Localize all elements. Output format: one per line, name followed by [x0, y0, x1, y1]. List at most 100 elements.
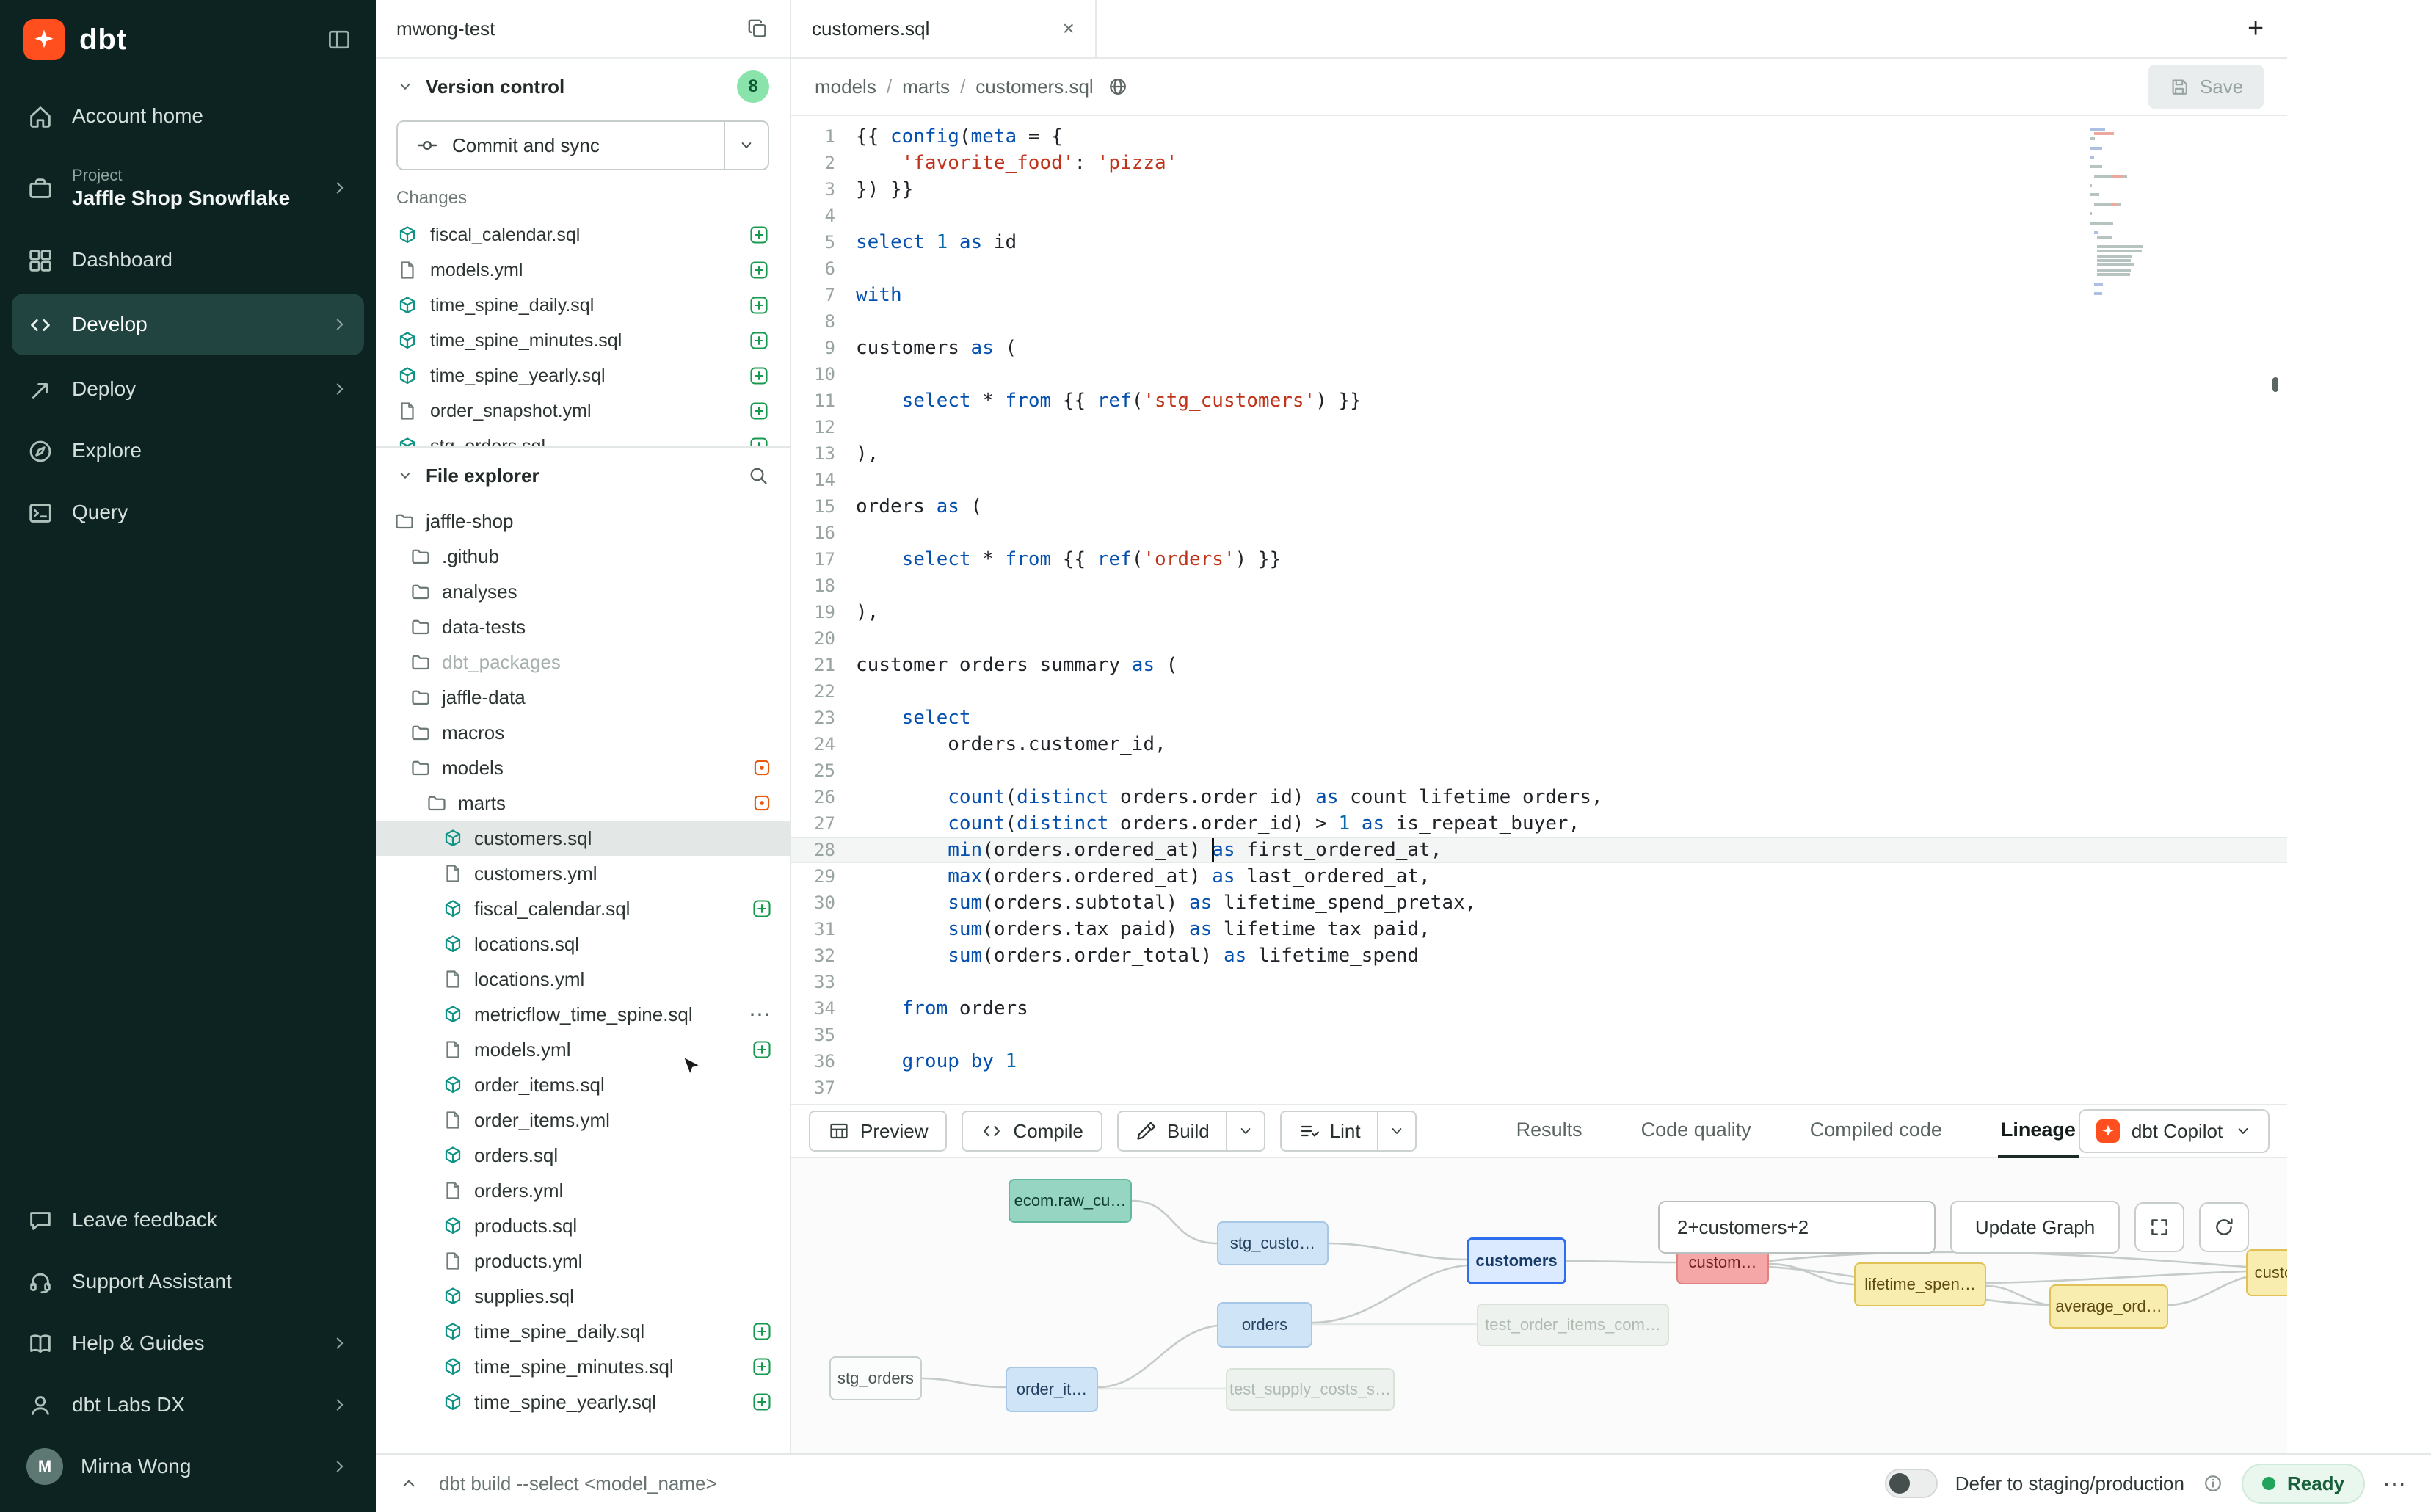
lineage-node-test_supply[interactable]: test_supply_costs_s…: [1226, 1368, 1395, 1411]
lineage-node-test_order[interactable]: test_order_items_com…: [1477, 1304, 1669, 1346]
refresh-icon[interactable]: [2199, 1202, 2249, 1252]
stage-file-icon[interactable]: [749, 436, 769, 446]
sidebar-item-deploy[interactable]: Deploy: [0, 358, 376, 420]
tab-customers-sql[interactable]: customers.sql ×: [791, 0, 1097, 57]
tab-code-quality[interactable]: Code quality: [1638, 1104, 1754, 1158]
toolbar-preview-button[interactable]: Preview: [809, 1111, 947, 1152]
stage-file-icon[interactable]: [752, 898, 772, 919]
file-tree-item-orders-sql[interactable]: orders.sql: [376, 1138, 790, 1173]
toolbar-compile-button[interactable]: Compile: [962, 1111, 1102, 1152]
sidebar-item-query[interactable]: Query: [0, 481, 376, 543]
changed-file-row[interactable]: time_spine_yearly.sql: [376, 358, 790, 393]
dbt-copilot-button[interactable]: dbt Copilot: [2079, 1109, 2270, 1153]
collapse-sidebar-icon[interactable]: [326, 26, 352, 53]
file-tree-item--github[interactable]: .github: [376, 539, 790, 574]
lineage-node-average[interactable]: average_ord…: [2049, 1284, 2168, 1329]
file-tree-item-analyses[interactable]: analyses: [376, 574, 790, 609]
sidebar-item-dashboard[interactable]: Dashboard: [0, 229, 376, 291]
tab-results[interactable]: Results: [1514, 1104, 1585, 1158]
info-icon[interactable]: [2202, 1472, 2224, 1494]
toolbar-build-button-options-chevron[interactable]: [1226, 1112, 1264, 1150]
file-tree-item-jaffle-data[interactable]: jaffle-data: [376, 680, 790, 715]
lineage-node-stg_custo[interactable]: stg_custo…: [1217, 1221, 1329, 1265]
sidebar-item-support-assistant[interactable]: Support Assistant: [0, 1251, 376, 1312]
stage-file-icon[interactable]: [749, 366, 769, 386]
changed-file-row[interactable]: stg_orders.sql: [376, 429, 790, 446]
commit-and-sync-button[interactable]: Commit and sync: [398, 122, 724, 169]
file-tree-item-models[interactable]: models: [376, 750, 790, 785]
sidebar-item-explore[interactable]: Explore: [0, 420, 376, 481]
copy-branch-icon[interactable]: [746, 17, 769, 40]
file-tree-item-marts[interactable]: marts: [376, 785, 790, 821]
changed-file-row[interactable]: time_spine_minutes.sql: [376, 323, 790, 358]
close-tab-icon[interactable]: ×: [1063, 17, 1075, 40]
file-tree-item-locations-sql[interactable]: locations.sql: [376, 926, 790, 962]
file-tree-item-products-sql[interactable]: products.sql: [376, 1208, 790, 1243]
ready-status-badge[interactable]: Ready: [2242, 1464, 2365, 1504]
file-options-icon[interactable]: ⋯: [749, 1002, 772, 1028]
file-tree-item-time-spine-minutes-sql[interactable]: time_spine_minutes.sql: [376, 1349, 790, 1384]
lineage-node-cust_orde[interactable]: customer_orde…: [2246, 1249, 2287, 1296]
file-tree-item-fiscal-calendar-sql[interactable]: fiscal_calendar.sql: [376, 891, 790, 926]
file-tree-item-orders-yml[interactable]: orders.yml: [376, 1173, 790, 1208]
lineage-node-stg_orders[interactable]: stg_orders: [829, 1356, 922, 1400]
file-tree-item-customers-yml[interactable]: customers.yml: [376, 856, 790, 891]
file-tree-item-data-tests[interactable]: data-tests: [376, 609, 790, 644]
toolbar-lint-button[interactable]: Lint: [1282, 1112, 1377, 1150]
expand-command-bar-icon[interactable]: [399, 1474, 418, 1493]
stage-file-icon[interactable]: [749, 260, 769, 280]
changed-file-row[interactable]: order_snapshot.yml: [376, 393, 790, 429]
sidebar-item-leave-feedback[interactable]: Leave feedback: [0, 1189, 376, 1251]
search-icon[interactable]: [747, 465, 769, 487]
toolbar-build-button[interactable]: Build: [1119, 1112, 1226, 1150]
toolbar-lint-button-options-chevron[interactable]: [1377, 1112, 1415, 1150]
stage-file-icon[interactable]: [749, 401, 769, 421]
overflow-menu-icon[interactable]: ⋯: [2383, 1469, 2408, 1497]
version-control-header[interactable]: Version control 8: [376, 59, 790, 115]
stage-file-icon[interactable]: [752, 1039, 772, 1060]
breadcrumb-item[interactable]: models: [815, 76, 876, 98]
lineage-node-order_it[interactable]: order_it…: [1006, 1367, 1098, 1412]
sidebar-item-account-home[interactable]: Account home: [0, 85, 376, 147]
new-tab-button[interactable]: +: [2248, 15, 2264, 43]
sidebar-item-mirna-wong[interactable]: MMirna Wong: [0, 1436, 376, 1497]
code-editor[interactable]: 1{{ config(meta = {2 'favorite_food': 'p…: [791, 116, 2287, 1104]
file-tree-item-jaffle-shop[interactable]: jaffle-shop: [376, 504, 790, 539]
lineage-node-ecom[interactable]: ecom.raw_cu…: [1009, 1179, 1132, 1223]
breadcrumb-item[interactable]: marts: [902, 76, 950, 98]
sidebar-item-dbt-labs-dx[interactable]: dbt Labs DX: [0, 1374, 376, 1436]
file-tree-item-time-spine-daily-sql[interactable]: time_spine_daily.sql: [376, 1314, 790, 1349]
file-tree-item-time-spine-yearly-sql[interactable]: time_spine_yearly.sql: [376, 1384, 790, 1420]
stage-file-icon[interactable]: [752, 1356, 772, 1377]
file-tree-item-order-items-sql[interactable]: order_items.sql: [376, 1067, 790, 1102]
stage-file-icon[interactable]: [749, 330, 769, 351]
lineage-node-orders[interactable]: orders: [1217, 1302, 1312, 1348]
stage-file-icon[interactable]: [749, 225, 769, 245]
changed-file-row[interactable]: time_spine_daily.sql: [376, 288, 790, 323]
tab-lineage[interactable]: Lineage: [1998, 1104, 2079, 1158]
stage-file-icon[interactable]: [752, 1321, 772, 1342]
save-button[interactable]: Save: [2148, 65, 2264, 109]
file-tree-item-macros[interactable]: macros: [376, 715, 790, 750]
lineage-selector-input[interactable]: [1658, 1201, 1936, 1254]
file-tree-item-dbt-packages[interactable]: dbt_packages: [376, 644, 790, 680]
stage-file-icon[interactable]: [749, 295, 769, 316]
tab-compiled-code[interactable]: Compiled code: [1807, 1104, 1945, 1158]
file-tree-item-order-items-yml[interactable]: order_items.yml: [376, 1102, 790, 1138]
changed-file-row[interactable]: fiscal_calendar.sql: [376, 217, 790, 252]
file-tree-item-metricflow-time-spine-sql[interactable]: metricflow_time_spine.sql⋯: [376, 997, 790, 1032]
defer-toggle[interactable]: [1885, 1469, 1938, 1498]
breadcrumb-item[interactable]: customers.sql: [975, 76, 1093, 98]
commit-options-chevron[interactable]: [724, 122, 768, 169]
file-tree-item-models-yml[interactable]: models.yml: [376, 1032, 790, 1067]
file-explorer-header[interactable]: File explorer: [376, 448, 790, 504]
sidebar-item-help-guides[interactable]: Help & Guides: [0, 1312, 376, 1374]
file-tree-item-locations-yml[interactable]: locations.yml: [376, 962, 790, 997]
fullscreen-icon[interactable]: [2134, 1202, 2184, 1252]
sidebar-item-jaffle-shop-snowflake[interactable]: ProjectJaffle Shop Snowflake: [0, 147, 376, 229]
lineage-node-lifetime[interactable]: lifetime_spen…: [1854, 1262, 1986, 1306]
dbt-command-text[interactable]: dbt build --select <model_name>: [439, 1472, 717, 1495]
file-tree-item-products-yml[interactable]: products.yml: [376, 1243, 790, 1279]
sidebar-item-develop[interactable]: Develop: [12, 294, 364, 355]
update-graph-button[interactable]: Update Graph: [1950, 1201, 2120, 1254]
